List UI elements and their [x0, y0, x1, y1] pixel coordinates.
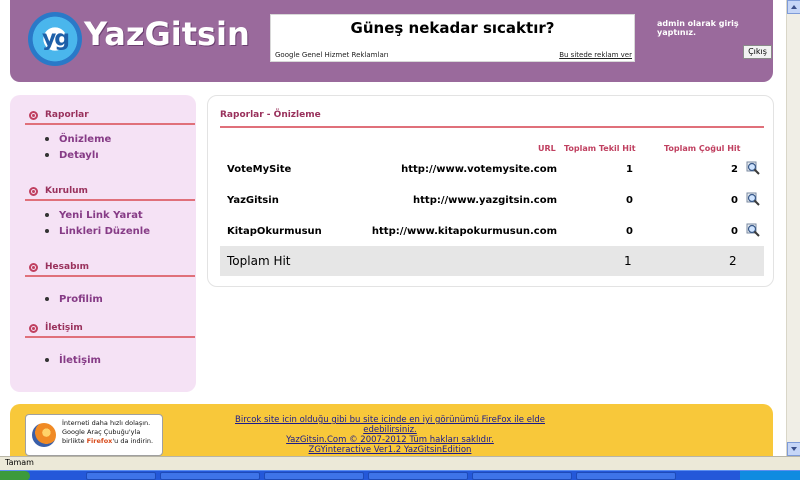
vertical-scrollbar[interactable] — [786, 0, 800, 456]
sidebar-item-onizleme[interactable]: Önizleme — [25, 131, 195, 147]
sidebar-section-title: Hesabım — [25, 259, 195, 277]
taskbar-button[interactable] — [160, 472, 260, 480]
footer-copyright-link[interactable]: YazGitsin.Com © 2007-2012 Tüm hakları sa… — [220, 435, 560, 445]
scroll-down-icon[interactable] — [787, 442, 800, 456]
taskbar-button[interactable] — [264, 472, 364, 480]
column-header-url: URL — [538, 144, 556, 153]
taskbar-button[interactable] — [368, 472, 468, 480]
ad-provider-label[interactable]: Google Genel Hizmet Reklamları — [275, 51, 389, 59]
windows-taskbar — [0, 470, 800, 480]
site-header: yg YazGitsin Güneş nekadar sıcaktır? Goo… — [10, 0, 773, 82]
sidebar-section-title: Kurulum — [25, 183, 195, 201]
site-name: VoteMySite — [227, 164, 292, 175]
target-bullet-icon — [29, 110, 38, 120]
sidebar-section-title: İletişim — [25, 320, 195, 338]
sidebar-section-title: Raporlar — [25, 107, 195, 125]
ad-title[interactable]: Güneş nekadar sıcaktır? — [271, 19, 634, 37]
bullet-dot-icon — [45, 229, 49, 233]
total-cogul: 2 — [729, 254, 737, 268]
sidebar-item-linkleri-duzenle[interactable]: Linkleri Düzenle — [25, 223, 195, 239]
sidebar-section-hesabim: Hesabım Profilim — [25, 259, 195, 307]
cogul-hit: 0 — [731, 226, 738, 237]
taskbar-button[interactable] — [472, 472, 572, 480]
site-logo[interactable]: yg YazGitsin — [26, 8, 251, 66]
table-row: VoteMySite http://www.votemysite.com 1 2 — [220, 158, 764, 182]
total-label: Toplam Hit — [227, 254, 291, 268]
footer-firefox-link[interactable]: Bircok site icin olduğu gibi bu site ici… — [220, 415, 560, 435]
table-row: KitapOkurmusun http://www.kitapokurmusun… — [220, 220, 764, 244]
report-panel: Raporlar - Önizleme URL Toplam Tekil Hit… — [207, 95, 774, 287]
page-title: Raporlar - Önizleme — [220, 110, 764, 128]
firefox-promo-text: İnterneti daha hızlı dolaşın. Google Ara… — [62, 419, 154, 445]
sidebar-section-kurulum: Kurulum Yeni Link Yarat Linkleri Düzenle — [25, 183, 195, 239]
bullet-dot-icon — [45, 297, 49, 301]
taskbar-button[interactable] — [86, 472, 156, 480]
system-tray — [740, 471, 800, 480]
site-url[interactable]: http://www.kitapokurmusun.com — [372, 226, 557, 237]
sidebar-item-yeni-link[interactable]: Yeni Link Yarat — [25, 207, 195, 223]
bullet-dot-icon — [45, 358, 49, 362]
sidebar-item-iletisim[interactable]: İletişim — [25, 352, 195, 368]
footer-links: Bircok site icin olduğu gibi bu site ici… — [220, 415, 560, 455]
bullet-dot-icon — [45, 137, 49, 141]
target-bullet-icon — [29, 262, 38, 272]
bullet-dot-icon — [45, 213, 49, 217]
tekil-hit: 0 — [626, 195, 633, 206]
cogul-hit: 0 — [731, 195, 738, 206]
total-tekil: 1 — [624, 254, 632, 268]
scroll-up-icon[interactable] — [787, 0, 800, 14]
browser-status-bar: Tamam — [0, 456, 800, 470]
site-footer: İnterneti daha hızlı dolaşın. Google Ara… — [10, 404, 773, 464]
magnifier-icon[interactable] — [746, 223, 760, 237]
table-row: YazGitsin http://www.yazgitsin.com 0 0 — [220, 189, 764, 213]
start-button[interactable] — [0, 471, 30, 480]
status-text: Tamam — [5, 458, 34, 467]
ad-banner[interactable]: Güneş nekadar sıcaktır? Google Genel Hiz… — [270, 14, 635, 62]
logo-mark-icon: yg — [28, 12, 82, 66]
magnifier-icon[interactable] — [746, 161, 760, 175]
footer-version-link[interactable]: ZGYinteractive Ver1.2 YazGitsinEdition — [220, 445, 560, 455]
target-bullet-icon — [29, 186, 38, 196]
total-row: Toplam Hit 1 2 — [220, 246, 764, 276]
magnifier-icon[interactable] — [746, 192, 760, 206]
column-header-cogul: Toplam Çoğul Hit — [664, 144, 741, 153]
login-status: admin olarak giriş yaptınız. — [657, 19, 739, 37]
sidebar-section-iletisim: İletişim İletişim — [25, 320, 195, 368]
site-name: YazGitsin — [227, 195, 279, 206]
site-url[interactable]: http://www.yazgitsin.com — [413, 195, 557, 206]
sidebar: Raporlar Önizleme Detaylı Kurulum Yeni L… — [10, 95, 196, 392]
tekil-hit: 0 — [626, 226, 633, 237]
sidebar-item-profilim[interactable]: Profilim — [25, 291, 195, 307]
logo-text: YazGitsin — [84, 15, 250, 53]
firefox-icon — [32, 423, 56, 447]
taskbar-button[interactable] — [576, 472, 676, 480]
site-url[interactable]: http://www.votemysite.com — [401, 164, 557, 175]
tekil-hit: 1 — [626, 164, 633, 175]
advertise-link[interactable]: Bu sitede reklam ver — [559, 51, 632, 59]
site-name: KitapOkurmusun — [227, 226, 322, 237]
sidebar-section-raporlar: Raporlar Önizleme Detaylı — [25, 107, 195, 163]
target-bullet-icon — [29, 323, 38, 333]
sidebar-item-detayli[interactable]: Detaylı — [25, 147, 195, 163]
bullet-dot-icon — [45, 153, 49, 157]
column-header-tekil: Toplam Tekil Hit — [564, 144, 636, 153]
logout-button[interactable]: Çıkış — [743, 45, 772, 59]
cogul-hit: 2 — [731, 164, 738, 175]
firefox-promo[interactable]: İnterneti daha hızlı dolaşın. Google Ara… — [25, 414, 163, 456]
